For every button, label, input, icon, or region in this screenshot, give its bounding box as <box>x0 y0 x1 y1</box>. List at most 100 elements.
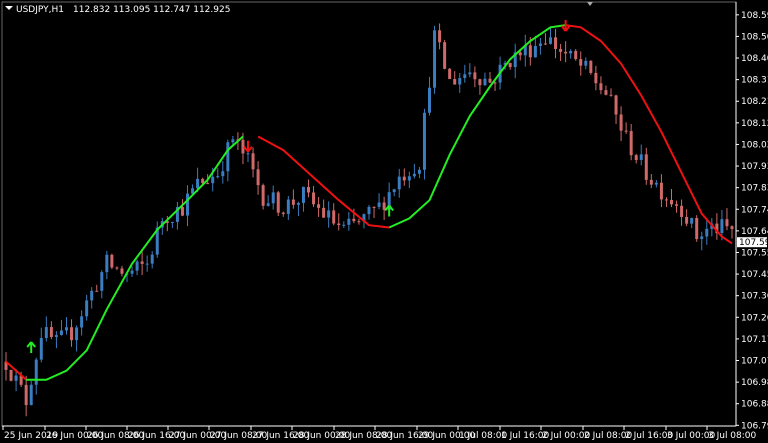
candle-body <box>281 212 285 214</box>
candle-body <box>65 327 68 331</box>
candle-body <box>397 176 401 190</box>
candle-body <box>402 176 406 181</box>
candle-body <box>34 359 38 385</box>
candle-body <box>39 338 43 360</box>
candle-body <box>609 94 613 96</box>
candle-body <box>286 199 290 214</box>
candle-body <box>312 192 316 205</box>
candle-body <box>211 176 215 184</box>
candles <box>4 23 734 417</box>
candle-body <box>337 223 341 226</box>
candle-body <box>261 185 265 206</box>
candle-body <box>372 206 376 208</box>
price-tick-label: 106.980 <box>741 378 768 388</box>
chart-shift-marker-icon[interactable] <box>587 2 593 6</box>
candle-body <box>569 50 573 54</box>
candle-body <box>473 72 477 80</box>
candle-body <box>483 78 487 86</box>
candle-body <box>347 218 351 225</box>
price-tick-label: 106.885 <box>741 400 768 410</box>
candle-body <box>120 268 124 274</box>
candle-body <box>80 316 84 328</box>
candle-body <box>291 199 295 205</box>
candle-body <box>135 261 139 271</box>
price-tick-label: 108.405 <box>741 54 768 64</box>
candle-body <box>528 45 532 58</box>
candle-body <box>564 51 568 54</box>
candle-body <box>352 218 356 222</box>
candle-body <box>463 74 467 79</box>
candle-body <box>725 219 729 227</box>
candle-body <box>624 130 628 132</box>
collapse-triangle-icon[interactable] <box>5 6 13 10</box>
candle-body <box>271 192 275 204</box>
symbol-header: USDJPY,H1 112.832 113.095 112.747 112.92… <box>5 5 230 15</box>
candle-body <box>332 210 336 224</box>
candle-body <box>216 176 220 178</box>
candle-body <box>130 270 134 274</box>
candle-body <box>559 48 563 52</box>
symbol-label: USDJPY,H1 <box>16 5 64 15</box>
signal-arrows <box>26 20 571 353</box>
ohlc-values: 112.832 113.095 112.747 112.925 <box>73 5 230 15</box>
candle-body <box>24 384 28 406</box>
candle-body <box>206 183 210 185</box>
candle-body <box>70 327 74 341</box>
candle-body <box>634 155 638 160</box>
candle-body <box>468 72 472 75</box>
price-tick-label: 106.790 <box>741 421 768 431</box>
price-tick-label: 108.310 <box>741 76 768 86</box>
candle-body <box>664 199 668 201</box>
trend-line-up <box>388 24 566 229</box>
price-tick-label: 107.170 <box>741 335 768 345</box>
candle-body <box>422 112 426 170</box>
candle-body <box>251 153 255 170</box>
candle-body <box>49 327 53 338</box>
candle-body <box>533 45 537 58</box>
candle-body <box>508 63 512 67</box>
time-tick-label: 3 Jul 08:00 <box>708 431 757 441</box>
candle-body <box>296 202 300 205</box>
candle-body <box>226 142 230 172</box>
candle-body <box>382 202 386 210</box>
price-axis: 108.595 108.500 108.405 108.310 108.215 108.1… <box>736 11 768 431</box>
candle-body <box>256 169 260 186</box>
candle-body <box>180 207 184 216</box>
candle-body <box>170 221 174 223</box>
buy-arrow-icon <box>26 341 36 353</box>
sell-arrow-icon <box>243 140 253 153</box>
candle-body <box>44 327 48 339</box>
candle-body <box>518 52 522 56</box>
candle-body <box>75 327 79 341</box>
candle-body <box>604 90 608 95</box>
candle-body <box>59 330 63 336</box>
candle-body <box>95 290 99 292</box>
candle-body <box>433 30 437 88</box>
candle-body <box>589 60 593 73</box>
candle-body <box>357 221 361 223</box>
candle-body <box>342 224 346 226</box>
candle-body <box>690 218 694 224</box>
candle-body <box>145 263 149 265</box>
trend-line <box>5 24 733 381</box>
candle-body <box>307 186 310 193</box>
candle-body <box>720 219 724 233</box>
candle-body <box>659 182 663 200</box>
candle-body <box>327 210 331 218</box>
price-chart[interactable]: USDJPY,H1 112.832 113.095 112.747 112.92… <box>0 0 768 443</box>
candle-body <box>443 42 447 69</box>
candle-body <box>685 216 689 224</box>
candle-body <box>458 78 462 85</box>
candle-body <box>317 204 321 208</box>
candle-body <box>695 218 699 240</box>
price-tick-label: 107.455 <box>741 270 768 280</box>
candle-body <box>110 254 114 268</box>
candle-body <box>654 182 658 185</box>
candle-body <box>417 169 421 174</box>
chart-window[interactable]: USDJPY,H1 112.832 113.095 112.747 112.92… <box>0 0 768 443</box>
price-tick-label: 107.550 <box>741 248 768 258</box>
candle-body <box>322 207 326 218</box>
candle-body <box>231 139 235 143</box>
candle-body <box>594 72 598 84</box>
candle-body <box>186 193 189 216</box>
